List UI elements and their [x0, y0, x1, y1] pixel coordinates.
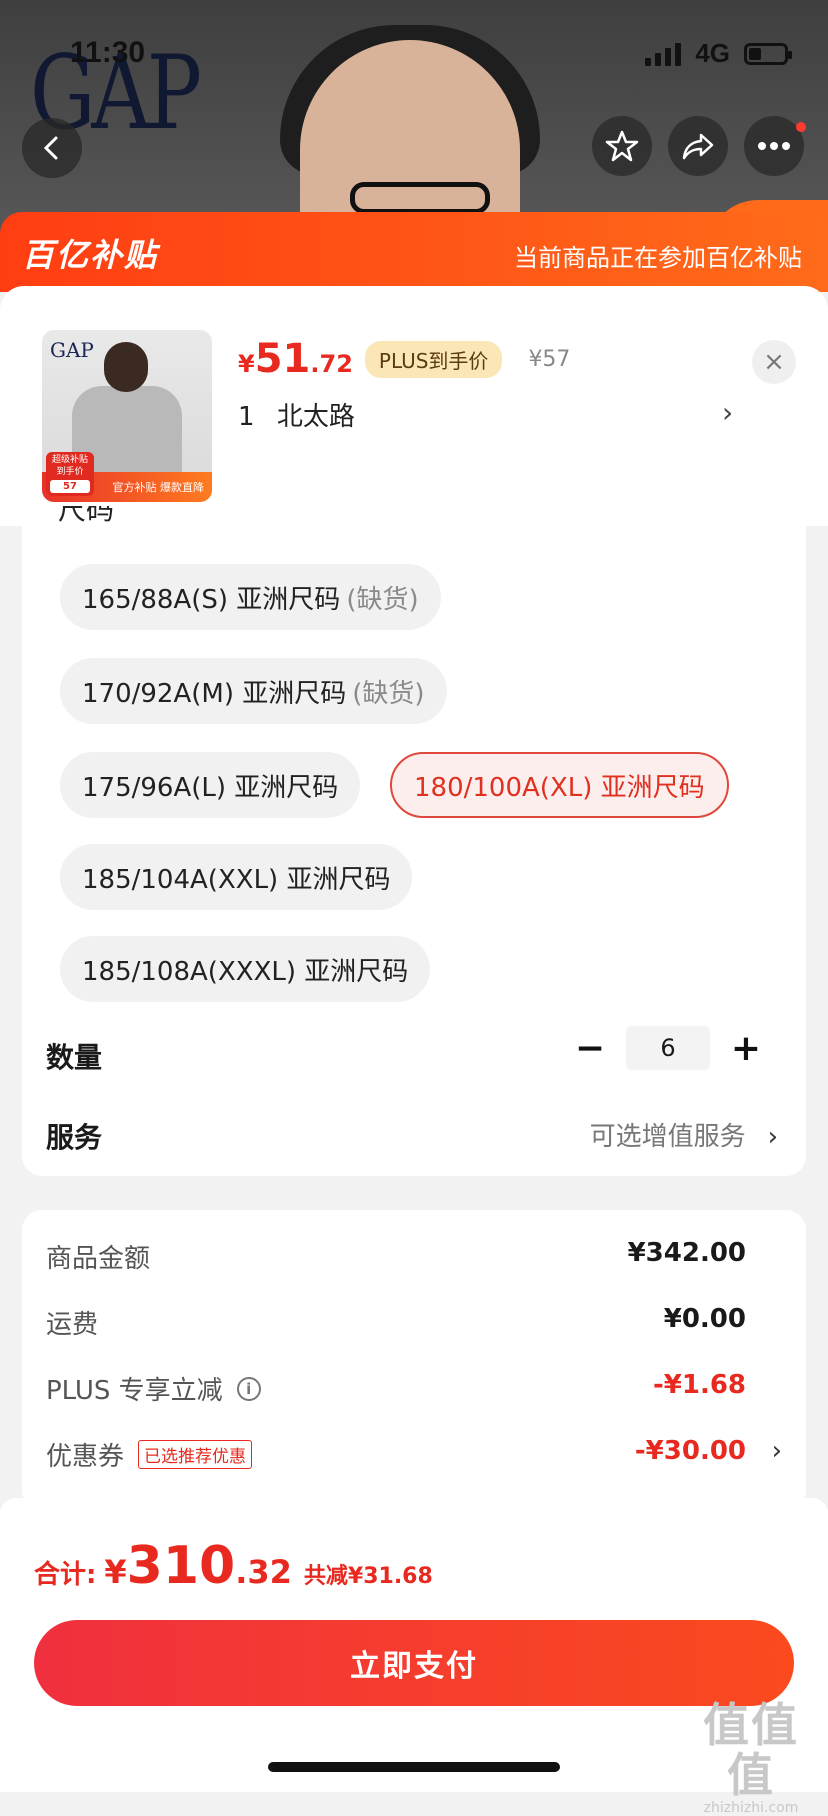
coupon-row[interactable]: 优惠券 已选推荐优惠 -¥30.00 ›	[46, 1436, 782, 1476]
total-decimal: .32	[235, 1553, 292, 1591]
chevron-right-icon: ›	[767, 1122, 778, 1152]
total-saved: 共减¥31.68	[303, 1564, 433, 1589]
total-currency: ¥	[104, 1553, 127, 1591]
total-label: 合计:	[34, 1560, 97, 1590]
out-of-stock-label: (缺货)	[352, 678, 425, 709]
plus-discount-row: PLUS 专享立减 i -¥1.68	[46, 1370, 782, 1410]
address-text: 北太路	[276, 402, 355, 432]
size-option-xl[interactable]: 180/100A(XL) 亚洲尺码	[390, 752, 729, 818]
decrement-button[interactable]: −	[568, 1026, 612, 1070]
total-row: 合计: ¥ 310 .32 共减¥31.68	[34, 1536, 433, 1596]
network-type: 4G	[695, 38, 730, 68]
size-section-label: 尺码	[58, 506, 115, 526]
shipping-label: 运费	[46, 1310, 99, 1340]
info-icon[interactable]: i	[236, 1376, 261, 1401]
thumb-model-head	[104, 342, 148, 392]
back-button[interactable]	[22, 118, 82, 178]
coupon-tag: 已选推荐优惠	[138, 1440, 253, 1469]
model-glasses	[350, 182, 490, 214]
quantity-stepper: − 6 +	[568, 1026, 768, 1070]
thumb-price-badge: 超级补贴 到手价 57	[46, 452, 94, 496]
quantity-input[interactable]: 6	[626, 1026, 710, 1070]
coupon-label-wrap: 优惠券 已选推荐优惠	[46, 1436, 253, 1473]
battery-icon	[744, 42, 792, 65]
chevron-left-icon	[43, 136, 58, 160]
goods-amount-row: 商品金额 ¥342.00	[46, 1238, 782, 1278]
size-option-l[interactable]: 175/96A(L) 亚洲尺码	[60, 752, 361, 818]
size-option-s[interactable]: 165/88A(S) 亚洲尺码 (缺货)	[60, 564, 441, 630]
plus-discount-label-wrap: PLUS 专享立减 i	[46, 1370, 261, 1407]
size-option-m[interactable]: 170/92A(M) 亚洲尺码 (缺货)	[60, 658, 447, 724]
address-count: 1	[238, 402, 255, 432]
service-label: 服务	[46, 1121, 103, 1154]
service-value: 可选增值服务	[589, 1122, 746, 1152]
shipping-row: 运费 ¥0.00	[46, 1304, 782, 1344]
goods-amount-label: 商品金额	[46, 1244, 151, 1274]
status-time: 11:30	[70, 36, 146, 69]
product-thumbnail[interactable]: GAP 官方补贴 爆款直降 超级补贴 到手价 57	[42, 330, 212, 502]
chevron-right-icon: ›	[771, 1436, 782, 1466]
size-option-xxxl[interactable]: 185/108A(XXXL) 亚洲尺码	[60, 936, 431, 1002]
shipping-value: ¥0.00	[663, 1304, 746, 1334]
thumb-strip-text: 官方补贴 爆款直降	[112, 481, 205, 494]
chevron-right-icon[interactable]: ›	[722, 396, 733, 429]
watermark-logo: 值值值 zhizhizhi.com	[684, 1700, 818, 1816]
more-button[interactable]	[744, 116, 804, 176]
thumb-logo: GAP	[50, 338, 94, 362]
share-icon	[682, 133, 714, 160]
star-icon	[605, 130, 639, 162]
coupon-label: 优惠券	[46, 1442, 125, 1472]
favorite-button[interactable]	[592, 116, 652, 176]
watermark-url: zhizhizhi.com	[703, 1800, 799, 1816]
close-button[interactable]: ×	[752, 340, 796, 384]
watermark-text: 值值值	[703, 1698, 799, 1802]
original-price: ¥57	[528, 346, 571, 372]
home-indicator[interactable]	[268, 1762, 560, 1772]
quantity-label: 数量	[46, 1041, 103, 1074]
more-icon	[758, 142, 790, 150]
banner-title: 百亿补贴	[22, 236, 159, 274]
price-currency: ¥	[238, 350, 255, 378]
increment-button[interactable]: +	[724, 1026, 768, 1070]
plus-price-tag: PLUS到手价	[364, 340, 503, 378]
price-row: ¥ 51 .72 PLUS到手价 ¥57	[238, 336, 570, 382]
plus-discount-label: PLUS 专享立减	[46, 1376, 223, 1406]
pay-now-button[interactable]: 立即支付	[34, 1620, 794, 1706]
total-integer: 310	[126, 1536, 236, 1596]
out-of-stock-label: (缺货)	[346, 584, 419, 615]
coupon-value: -¥30.00	[634, 1436, 746, 1466]
price-integer: 51	[254, 336, 311, 382]
size-option-xxl[interactable]: 185/104A(XXL) 亚洲尺码	[60, 844, 413, 910]
status-indicators: 4G	[645, 38, 792, 69]
goods-amount-value: ¥342.00	[627, 1238, 746, 1268]
product-header: GAP 官方补贴 爆款直降 超级补贴 到手价 57 ¥ 51 .72 PLUS到…	[0, 286, 828, 526]
thumb-badge-price: 57	[50, 480, 90, 493]
thumb-badge-line2: 到手价	[56, 467, 84, 477]
subsidy-banner: 百亿补贴 当前商品正在参加百亿补贴	[0, 212, 828, 292]
notification-dot	[796, 122, 806, 132]
plus-discount-value: -¥1.68	[652, 1370, 746, 1400]
thumb-badge-line1: 超级补贴	[51, 455, 88, 465]
share-button[interactable]	[668, 116, 728, 176]
banner-note: 当前商品正在参加百亿补贴	[514, 244, 802, 272]
address-selector[interactable]: 1 北太路	[238, 396, 355, 433]
service-selector[interactable]: 可选增值服务 ›	[590, 1116, 778, 1153]
signal-icon	[645, 42, 682, 66]
price-summary-card: 商品金额 ¥342.00 运费 ¥0.00 PLUS 专享立减 i -¥1.68…	[22, 1210, 806, 1510]
options-card: 尺码 165/88A(S) 亚洲尺码 (缺货) 170/92A(M) 亚洲尺码 …	[22, 506, 806, 1176]
price-decimal: .72	[310, 350, 353, 378]
